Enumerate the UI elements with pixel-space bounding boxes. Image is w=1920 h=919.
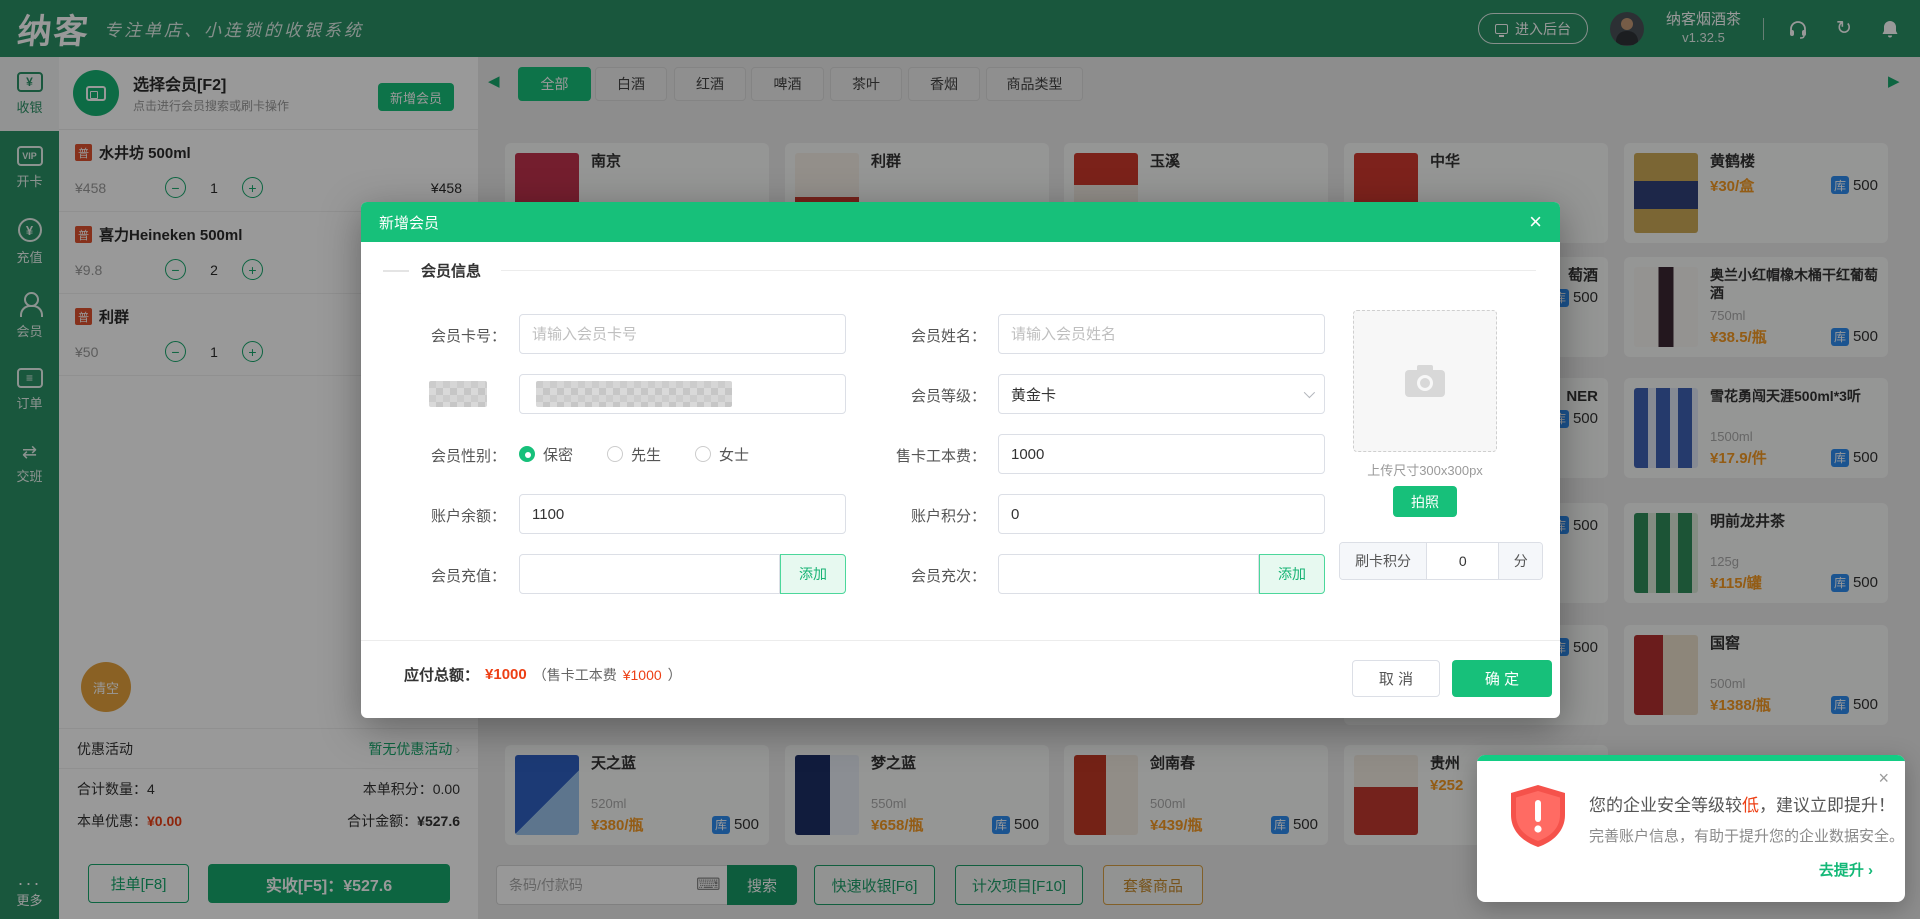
shield-alert-icon xyxy=(1507,783,1569,854)
chevron-down-icon xyxy=(1304,387,1315,398)
member-level-select[interactable]: 黄金卡 xyxy=(998,374,1325,414)
section-line xyxy=(501,270,1536,271)
payable-amount: ¥1000 xyxy=(485,666,527,683)
radio-dot-icon xyxy=(695,446,711,462)
section-title: 会员信息 xyxy=(361,260,1560,280)
footer-divider xyxy=(361,640,1560,641)
radio-secret[interactable]: 保密 xyxy=(519,444,573,465)
toast-accent-bar xyxy=(1477,755,1905,761)
swipe-points-unit: 分 xyxy=(1498,543,1542,579)
toast-line2: 完善账户信息，有助于提升您的企业数据安全。 xyxy=(1589,825,1904,846)
redacted-input[interactable] xyxy=(519,374,846,414)
chevron-right-icon: › xyxy=(1868,862,1873,879)
times-add-button[interactable]: 添加 xyxy=(1259,554,1325,594)
photo-size-hint: 上传尺寸300x300px xyxy=(1313,460,1537,479)
member-name-label: 会员姓名： xyxy=(851,325,986,346)
payable-paren: （售卡工本费 xyxy=(533,665,617,685)
payable-paren-amount: ¥1000 xyxy=(623,667,662,683)
new-member-modal: 新增会员 × 会员信息 会员卡号： 会员姓名： 会员等级： 黄金卡 会员性别： … xyxy=(361,202,1560,718)
swipe-points-label: 刷卡积分 xyxy=(1340,543,1427,579)
toast-line1: 您的企业安全等级较低，建议立即提升！ xyxy=(1589,791,1895,816)
times-label: 会员充次： xyxy=(851,565,986,586)
recharge-add-button[interactable]: 添加 xyxy=(780,554,846,594)
section-title-text: 会员信息 xyxy=(421,260,481,281)
recharge-input[interactable] xyxy=(519,554,780,594)
gender-label: 会员性别： xyxy=(381,445,506,466)
radio-dot-icon xyxy=(607,446,623,462)
balance-input[interactable] xyxy=(519,494,846,534)
card-no-input[interactable] xyxy=(519,314,846,354)
confirm-button[interactable]: 确 定 xyxy=(1452,660,1552,697)
swipe-points-value[interactable]: 0 xyxy=(1427,543,1498,579)
modal-header: 新增会员 × xyxy=(361,202,1560,242)
gender-radio-group: 保密 先生 女士 xyxy=(519,434,749,474)
cancel-button[interactable]: 取 消 xyxy=(1352,660,1440,697)
close-icon[interactable]: × xyxy=(1529,211,1542,233)
redacted-label xyxy=(429,381,487,407)
toast-low-word: 低 xyxy=(1742,796,1759,815)
section-dash xyxy=(383,270,409,272)
take-photo-button[interactable]: 拍照 xyxy=(1393,486,1457,517)
pos-screen: 纳客 专注单店、小连锁的收银系统 进入后台 纳客烟酒茶 v1.32.5 ↻ xyxy=(0,0,1920,919)
toast-upgrade-link[interactable]: 去提升 › xyxy=(1819,859,1873,880)
card-fee-label: 售卡工本费： xyxy=(841,445,986,466)
points-input[interactable] xyxy=(998,494,1325,534)
payable-total: 应付总额： ¥1000 （售卡工本费 ¥1000 ） xyxy=(404,664,682,685)
member-level-label: 会员等级： xyxy=(851,385,986,406)
redacted-value xyxy=(536,381,732,407)
toast-close-icon[interactable]: × xyxy=(1878,769,1889,787)
radio-mr[interactable]: 先生 xyxy=(607,444,661,465)
times-input[interactable] xyxy=(998,554,1259,594)
points-label: 账户积分： xyxy=(851,505,986,526)
photo-upload-box[interactable] xyxy=(1353,310,1497,452)
member-name-input[interactable] xyxy=(998,314,1325,354)
card-fee-input[interactable] xyxy=(998,434,1325,474)
radio-dot-icon xyxy=(519,446,535,462)
recharge-label: 会员充值： xyxy=(381,565,506,586)
payable-paren-close: ） xyxy=(668,665,682,685)
modal-title: 新增会员 xyxy=(379,212,439,233)
card-no-label: 会员卡号： xyxy=(381,325,506,346)
balance-label: 账户余额： xyxy=(381,505,506,526)
radio-ms[interactable]: 女士 xyxy=(695,444,749,465)
camera-icon xyxy=(1404,364,1446,398)
member-level-value: 黄金卡 xyxy=(1011,384,1056,405)
swipe-points-control: 刷卡积分 0 分 xyxy=(1339,542,1543,580)
security-toast: × 您的企业安全等级较低，建议立即提升！ 完善账户信息，有助于提升您的企业数据安… xyxy=(1477,755,1905,902)
payable-label: 应付总额： xyxy=(404,664,479,685)
